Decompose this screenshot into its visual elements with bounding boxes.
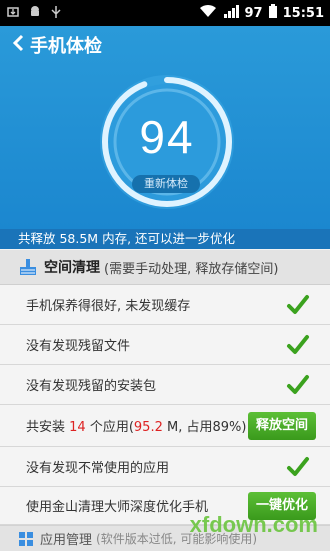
checkmark-icon (287, 374, 309, 394)
space-cleanup-section: 空间清理 (需要手动处理, 释放存储空间) (0, 250, 330, 285)
list-item-label: 手机保养得很好, 未发现缓存 (26, 299, 191, 314)
broom-icon (20, 259, 36, 275)
clock: 15:51 (282, 5, 324, 21)
text-prefix: 共安装 (26, 420, 70, 435)
list-item-label: 没有发现残留文件 (26, 339, 131, 354)
list-item-residual-files: 没有发现残留文件 (0, 325, 330, 365)
android-icon (28, 5, 42, 22)
wifi-icon (199, 4, 217, 22)
signal-icon (223, 4, 239, 22)
apps-icon (19, 531, 33, 546)
list-item-cache: 手机保养得很好, 未发现缓存 (0, 285, 330, 325)
battery-percent: 97 (244, 5, 263, 21)
checkmark-icon (287, 334, 309, 354)
section-subtitle: (需要手动处理, 释放存储空间) (104, 261, 279, 277)
app-size: 95.2 (133, 420, 163, 435)
list-item-unused-apps: 没有发现不常使用的应用 (0, 447, 330, 487)
chevron-left-icon (12, 34, 24, 51)
battery-icon (268, 4, 277, 22)
watermark: xfdown.com (189, 512, 318, 537)
list-item-label: 没有发现残留的安装包 (26, 379, 157, 394)
text-mid: 个应用( (85, 420, 134, 435)
back-button[interactable] (0, 34, 30, 57)
text-suffix: M, 占用89%) (162, 420, 247, 435)
nav-bar: 手机体检 (0, 26, 330, 64)
list-item-label: 没有发现不常使用的应用 (26, 461, 170, 476)
release-summary: 共释放 58.5M 内存, 还可以进一步优化 (0, 229, 330, 249)
section-title: 空间清理 (44, 260, 100, 276)
page-title: 手机体检 (30, 36, 102, 57)
list-item-label: 共安装 14 个应用(95.2 M, 占用89%) (0, 416, 248, 435)
list-item-installed-apps: 共安装 14 个应用(95.2 M, 占用89%) 释放空间 (0, 405, 330, 447)
recheck-button[interactable]: 重新体检 (132, 175, 200, 193)
checkup-header: 手机体检 94 重新体检 (0, 26, 330, 229)
download-icon (6, 5, 20, 22)
free-space-button[interactable]: 释放空间 (247, 411, 316, 440)
usb-icon (50, 5, 62, 22)
status-bar: 97 15:51 (0, 0, 330, 26)
checkmark-icon (287, 456, 309, 476)
section-title: 应用管理 (40, 533, 93, 548)
checkmark-icon (287, 294, 309, 314)
app-count: 14 (69, 420, 86, 435)
list-item-residual-packages: 没有发现残留的安装包 (0, 365, 330, 405)
health-score: 94 (139, 111, 195, 163)
